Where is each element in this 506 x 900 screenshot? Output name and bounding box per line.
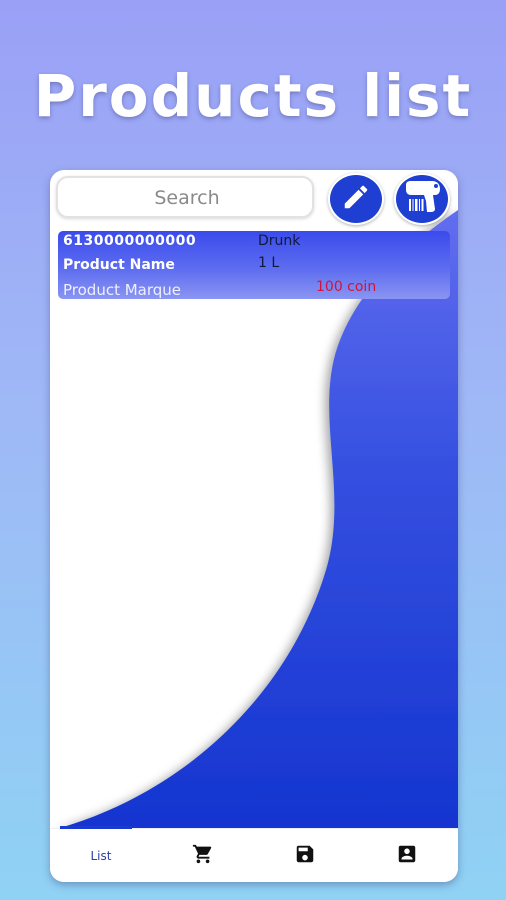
nav-list-label: List xyxy=(90,849,112,863)
product-category: Drunk xyxy=(258,233,301,249)
product-card[interactable]: 6130000000000 Product Name Product Marqu… xyxy=(58,231,450,299)
product-marque: Product Marque xyxy=(63,281,182,299)
product-price: 100 coin xyxy=(316,279,377,295)
product-name: Product Name xyxy=(63,257,175,273)
search-input[interactable] xyxy=(58,178,316,218)
barcode-scanner-icon xyxy=(402,179,442,219)
save-icon xyxy=(294,843,316,869)
pencil-icon xyxy=(341,182,371,216)
account-box-icon xyxy=(396,843,418,869)
nav-item-list[interactable]: List xyxy=(50,829,152,882)
search-box xyxy=(56,176,316,218)
edit-button[interactable] xyxy=(328,173,384,225)
app-screen: 6130000000000 Product Name Product Marqu… xyxy=(50,170,458,882)
promo-title: Products list xyxy=(33,62,473,130)
nav-item-cart[interactable] xyxy=(152,829,254,882)
product-code: 6130000000000 xyxy=(63,233,197,249)
scan-barcode-button[interactable] xyxy=(394,173,450,225)
nav-item-save[interactable] xyxy=(254,829,356,882)
product-volume: 1 L xyxy=(258,255,280,271)
cart-icon xyxy=(192,843,214,869)
nav-item-profile[interactable] xyxy=(356,829,458,882)
bottom-navigation: List xyxy=(50,826,458,882)
